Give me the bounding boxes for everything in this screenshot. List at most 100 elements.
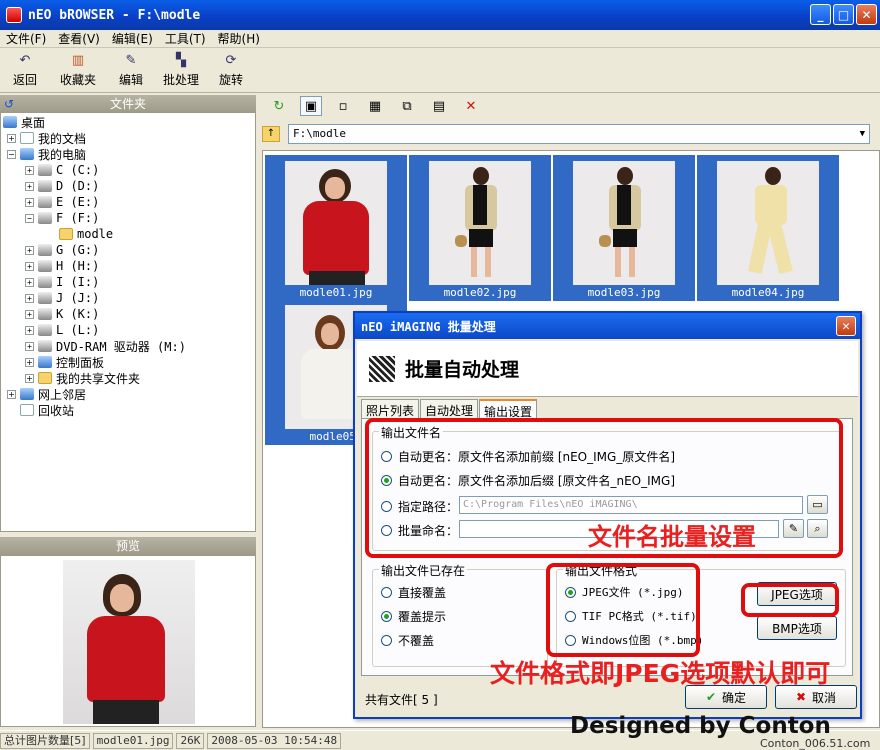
status-filesize: 26K	[176, 732, 205, 749]
radio-button[interactable]	[381, 635, 392, 646]
thumbnail-item[interactable]: modle01.jpg	[265, 155, 407, 301]
radio-button[interactable]	[381, 587, 392, 598]
expand-icon[interactable]: +	[25, 325, 34, 335]
overwrite-option[interactable]: 直接覆盖	[381, 584, 446, 601]
tree-item-drive-d[interactable]: + D (D:)	[25, 178, 99, 194]
menu-help[interactable]: 帮助(H)	[212, 30, 266, 47]
batch-icon: ▚	[176, 53, 186, 68]
documents-icon	[20, 132, 34, 144]
expand-icon[interactable]: +	[25, 357, 34, 367]
tree-item-drive-c[interactable]: + C (C:)	[25, 162, 99, 178]
back-button[interactable]: ↶ 返回	[0, 49, 50, 91]
tree-item-network[interactable]: + 网上邻居	[7, 386, 86, 402]
menu-tools[interactable]: 工具(T)	[159, 30, 212, 47]
folder-tree: 桌面 + 我的文档 − 我的电脑 + C (C:) + D (D:) + E (E:) −…	[0, 112, 256, 532]
tree-item-drive-g[interactable]: + G (G:)	[25, 242, 99, 258]
thumbnail-item[interactable]: modle03.jpg	[553, 155, 695, 301]
tree-item-my-computer[interactable]: − 我的电脑	[7, 146, 86, 162]
dialog-title: nEO iMAGING 批量处理	[361, 319, 496, 334]
dialog-header: 批量自动处理	[357, 341, 858, 397]
details-view-icon[interactable]: ▦	[364, 96, 386, 116]
file-count: 共有文件[ 5 ]	[365, 693, 438, 707]
collapse-icon[interactable]: −	[7, 149, 16, 159]
tree-item-modle[interactable]: modle	[59, 226, 113, 242]
thumbnail-item[interactable]: modle02.jpg	[409, 155, 551, 301]
option-label: 直接覆盖	[398, 586, 447, 600]
tree-label: H (H:)	[56, 259, 100, 273]
expand-icon[interactable]: +	[25, 261, 34, 271]
tree-item-recycle-bin[interactable]: 回收站	[20, 402, 74, 418]
refresh-icon[interactable]: ↺	[4, 95, 14, 113]
dialog-close-button[interactable]: ✕	[836, 316, 856, 336]
expand-icon[interactable]: +	[25, 181, 34, 191]
menu-edit[interactable]: 编辑(E)	[106, 30, 159, 47]
rotate-button[interactable]: ⟳ 旋转	[206, 49, 256, 91]
tree-item-drive-f[interactable]: − F (F:)	[25, 210, 99, 226]
expand-icon[interactable]: +	[7, 133, 16, 143]
favorites-button[interactable]: ▥ 收藏夹	[50, 49, 106, 91]
expand-icon[interactable]: +	[25, 197, 34, 207]
site-watermark: Conton_006.51.com	[760, 737, 871, 750]
expand-icon[interactable]: +	[25, 165, 34, 175]
drive-icon	[38, 260, 52, 272]
no-overwrite-option[interactable]: 不覆盖	[381, 632, 434, 649]
expand-icon[interactable]: +	[25, 341, 34, 351]
tree-item-drive-l[interactable]: + L (L:)	[25, 322, 99, 338]
browser-toolbar: ↻ ▣ ▫ ▦ ⧉ ▤ ✕	[260, 93, 880, 119]
expand-icon[interactable]: +	[25, 293, 34, 303]
close-button[interactable]: ✕	[856, 4, 877, 25]
minimize-button[interactable]: _	[810, 4, 831, 25]
network-icon	[20, 388, 34, 400]
expand-icon[interactable]: +	[25, 277, 34, 287]
thumbnail-caption: modle03.jpg	[587, 286, 661, 299]
radio-button[interactable]	[381, 611, 392, 622]
batch-process-icon	[369, 355, 395, 382]
small-thumbnails-icon[interactable]: ▫	[332, 96, 354, 116]
tree-item-dvd[interactable]: + DVD-RAM 驱动器 (M:)	[25, 338, 186, 354]
computer-icon	[20, 148, 34, 160]
thumbnail-caption: modle04.jpg	[731, 286, 805, 299]
delete-icon[interactable]: ✕	[460, 96, 482, 116]
thumbnail-item[interactable]: modle04.jpg	[697, 155, 839, 301]
path-input[interactable]: F:\modle ▼	[288, 123, 870, 144]
tree-item-drive-i[interactable]: + I (I:)	[25, 274, 99, 290]
tree-item-drive-k[interactable]: + K (K:)	[25, 306, 99, 322]
collapse-icon[interactable]: −	[25, 213, 34, 223]
batch-button[interactable]: ▚ 批处理	[156, 49, 206, 91]
menu-view[interactable]: 查看(V)	[52, 30, 106, 47]
thumbnail-image	[285, 161, 387, 285]
rotate-label: 旋转	[218, 72, 243, 87]
tree-item-control-panel[interactable]: + 控制面板	[25, 354, 104, 370]
paste-icon[interactable]: ▤	[428, 96, 450, 116]
tree-item-my-documents[interactable]: + 我的文档	[7, 130, 86, 146]
tree-item-shared-folder[interactable]: + 我的共享文件夹	[25, 370, 140, 386]
refresh-icon[interactable]: ↻	[268, 96, 290, 116]
tree-label: G (G:)	[56, 243, 100, 257]
expand-icon[interactable]: +	[25, 309, 34, 319]
edit-button[interactable]: ✎ 编辑	[106, 49, 156, 91]
check-icon: ✔	[705, 690, 717, 704]
recycle-bin-icon	[20, 404, 34, 416]
expand-icon[interactable]: +	[7, 389, 16, 399]
copy-icon[interactable]: ⧉	[396, 96, 418, 116]
tree-label: I (I:)	[56, 275, 100, 289]
large-thumbnails-icon[interactable]: ▣	[300, 96, 322, 116]
format-highlight-box	[546, 563, 700, 657]
folder-up-icon[interactable]: ↑	[262, 125, 280, 142]
expand-icon[interactable]: +	[25, 245, 34, 255]
maximize-button[interactable]: □	[833, 4, 854, 25]
tree-item-desktop[interactable]: 桌面	[3, 114, 45, 130]
status-date: 2008-05-03 10:54:48	[207, 732, 342, 749]
tree-item-drive-j[interactable]: + J (J:)	[25, 290, 99, 306]
tree-label: 控制面板	[56, 355, 105, 370]
prompt-option[interactable]: 覆盖提示	[381, 608, 446, 625]
menu-file[interactable]: 文件(F)	[0, 30, 52, 47]
drive-icon	[38, 212, 52, 224]
tree-item-drive-e[interactable]: + E (E:)	[25, 194, 99, 210]
tree-label: C (C:)	[56, 163, 100, 177]
expand-icon[interactable]: +	[25, 373, 34, 383]
tree-item-drive-h[interactable]: + H (H:)	[25, 258, 99, 274]
file-exists-label: 输出文件已存在	[379, 562, 468, 579]
bmp-options-button[interactable]: BMP选项	[757, 616, 837, 640]
dropdown-arrow-icon[interactable]: ▼	[860, 129, 865, 139]
